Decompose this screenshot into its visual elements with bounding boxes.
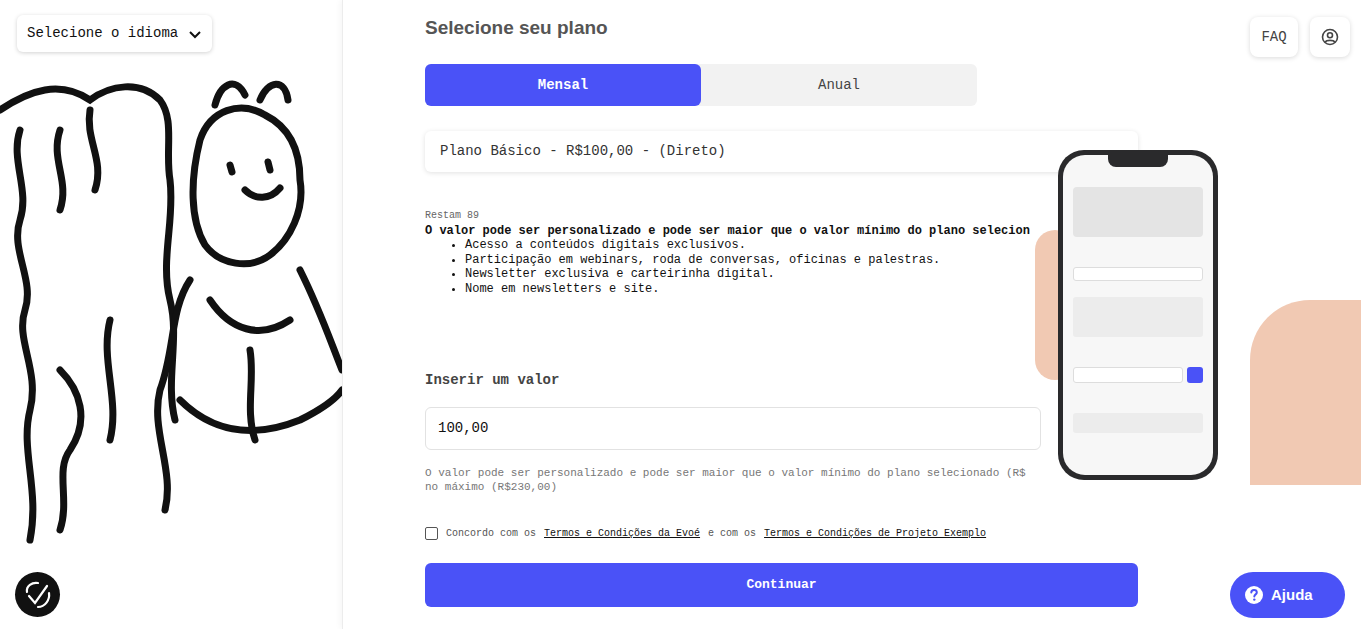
chevron-down-icon [188,27,202,41]
plan-form: Selecione seu plano MensalAnual Plano Bási… [425,16,1138,607]
phone-mockup-image [1040,150,1361,485]
terms-text: e com os [708,526,756,541]
continue-button[interactable]: Continuar [425,563,1138,607]
help-button[interactable]: Ajuda [1230,572,1345,618]
illustration-panel: Selecione o idioma [0,0,342,629]
account-button[interactable] [1310,17,1350,57]
billing-tab[interactable]: Anual [701,64,977,106]
accessibility-button[interactable] [15,572,60,617]
evoe-terms-link[interactable]: Termos e Condições da Evoé [544,526,700,541]
question-icon [1244,585,1264,605]
terms-row: Concordo com os Termos e Condições da Evo… [425,526,1138,540]
amount-label: Inserir um valor [425,371,1138,389]
page-title: Selecione seu plano [425,16,1138,40]
accessibility-check-icon [23,580,53,610]
help-label: Ajuda [1271,584,1313,607]
faq-button[interactable]: FAQ [1250,17,1298,57]
remaining-count: Restam 89 [425,210,1138,222]
page: Selecione o idioma Selecione seu plano Men… [0,0,1361,629]
project-terms-link[interactable]: Termos e Condições de Projeto Exemplo [764,526,986,541]
user-icon [1321,28,1339,46]
benefit-list: Acesso a conteúdos digitais exclusivos.P… [425,238,1138,296]
language-select-label: Selecione o idioma [27,23,178,44]
plan-select[interactable]: Plano Básico - R$100,00 - (Direto) [425,131,1138,172]
amount-helper: O valor pode ser personalizado e pode se… [425,466,1138,494]
billing-tab[interactable]: Mensal [425,64,701,106]
terms-text: Concordo com os [446,526,536,541]
amount-input[interactable]: 100,00 [425,407,1041,450]
terms-checkbox[interactable] [425,527,438,540]
doodle-illustration [0,70,342,550]
billing-tabs: MensalAnual [425,64,977,106]
plan-description: O valor pode ser personalizado e pode se… [425,224,1138,238]
language-select[interactable]: Selecione o idioma [17,15,212,52]
